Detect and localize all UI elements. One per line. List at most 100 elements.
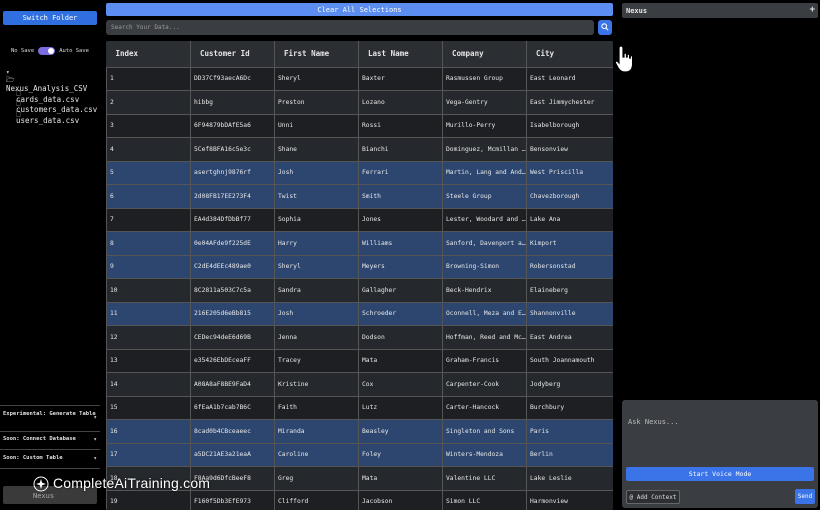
table-cell[interactable]: Singleton and Sons — [442, 419, 527, 444]
table-cell[interactable]: Carpenter-Cook — [442, 372, 527, 397]
table-row[interactable]: 6 2d08FB17EE273F4 Twist Smith Steele Group Ch… — [106, 184, 613, 209]
table-cell[interactable]: 216E205d6eBb815 — [190, 301, 275, 326]
table-cell[interactable]: South Joannamouth — [526, 348, 613, 373]
table-row[interactable]: 17 a5DC21AE3a21eaA Caroline Foley Winters-Me… — [106, 442, 613, 467]
table-cell[interactable]: Beasley — [358, 419, 443, 444]
search-input[interactable] — [106, 20, 594, 35]
table-cell[interactable]: Sanford, Davenport and Giles — [442, 231, 527, 256]
table-cell[interactable]: Josh — [274, 301, 359, 326]
table-cell[interactable]: 13 — [106, 348, 191, 373]
table-cell[interactable]: Cox — [358, 372, 443, 397]
table-cell[interactable]: 5Cef8BFA16c5e3c — [190, 137, 275, 162]
table-cell[interactable]: Dodson — [358, 325, 443, 350]
table-cell[interactable]: CEDec94deE6d69B — [190, 325, 275, 350]
table-cell[interactable]: 8C2811a503C7c5a — [190, 278, 275, 303]
table-cell[interactable]: Lutz — [358, 395, 443, 420]
table-cell[interactable]: Chavezborough — [526, 184, 613, 209]
table-row[interactable]: 19 F160f5Db3EfE973 Clifford Jacobson Simon L… — [106, 489, 613, 510]
table-cell[interactable]: hibbg — [190, 90, 275, 115]
file-item[interactable]: 🗋 users_data.csv — [6, 111, 97, 127]
table-cell[interactable]: Sophia — [274, 207, 359, 232]
table-cell[interactable]: Steele Group — [442, 184, 527, 209]
table-cell[interactable]: Rasmussen Group — [442, 66, 527, 91]
table-row[interactable]: 11 216E205d6eBb815 Josh Schroeder Oconnell, … — [106, 301, 613, 326]
table-row[interactable]: 3 6F94879bDAfE5a6 Unni Rossi Murillo-Perry Is… — [106, 113, 613, 138]
table-cell[interactable]: Shane — [274, 137, 359, 162]
table-cell[interactable]: Hoffman, Reed and Mcclain — [442, 325, 527, 350]
table-cell[interactable]: 14 — [106, 372, 191, 397]
table-cell[interactable]: Shannonville — [526, 301, 613, 326]
table-row[interactable]: 8 0e04AFde9f225dE Harry Williams Sanford, Da… — [106, 231, 613, 256]
table-cell[interactable]: Josh — [274, 160, 359, 185]
table-cell[interactable]: Kristine — [274, 372, 359, 397]
table-cell[interactable]: Sheryl — [274, 66, 359, 91]
table-cell[interactable]: Tracey — [274, 348, 359, 373]
menu-custom-table[interactable]: Soon: Custom Table ▾ — [0, 455, 103, 462]
start-voice-mode-button[interactable]: Start Voice Mode — [626, 467, 814, 481]
table-cell[interactable]: Lozano — [358, 90, 443, 115]
table-cell[interactable]: Baxter — [358, 66, 443, 91]
table-cell[interactable]: Burchbury — [526, 395, 613, 420]
table-cell[interactable]: East Leonard — [526, 66, 613, 91]
table-cell[interactable]: Martin, Lang and Andrade — [442, 160, 527, 185]
table-row[interactable]: 1 DD37Cf93aecA6Dc Sheryl Baxter Rasmussen Gr… — [106, 66, 613, 91]
plus-icon[interactable]: + — [810, 5, 815, 15]
table-cell[interactable]: 19 — [106, 489, 191, 510]
table-cell[interactable]: Lake Leslie — [526, 466, 613, 491]
table-cell[interactable]: Unni — [274, 113, 359, 138]
table-cell[interactable]: C2dE4dEEc489ae0 — [190, 254, 275, 279]
table-cell[interactable]: Rossi — [358, 113, 443, 138]
table-cell[interactable]: Ferrari — [358, 160, 443, 185]
table-cell[interactable]: West Priscilla — [526, 160, 613, 185]
table-cell[interactable]: 4 — [106, 137, 191, 162]
table-cell[interactable]: 11 — [106, 301, 191, 326]
table-cell[interactable]: Paris — [526, 419, 613, 444]
table-row[interactable]: 9 C2dE4dEEc489ae0 Sheryl Meyers Browning-Sim… — [106, 254, 613, 279]
table-cell[interactable]: Jenna — [274, 325, 359, 350]
table-cell[interactable]: 17 — [106, 442, 191, 467]
table-cell[interactable]: EA4d384DfDbBf77 — [190, 207, 275, 232]
table-cell[interactable]: 6F94879bDAfE5a6 — [190, 113, 275, 138]
table-cell[interactable]: 2d08FB17EE273F4 — [190, 184, 275, 209]
table-cell[interactable]: Robersonstad — [526, 254, 613, 279]
table-row[interactable]: 14 A08A8aF8BE9FaD4 Kristine Cox Carpenter-Co… — [106, 372, 613, 397]
table-cell[interactable]: Foley — [358, 442, 443, 467]
table-cell[interactable]: Kimport — [526, 231, 613, 256]
table-cell[interactable]: e35426EbDEceaFF — [190, 348, 275, 373]
table-cell[interactable]: Graham-Francis — [442, 348, 527, 373]
table-cell[interactable]: Greg — [274, 466, 359, 491]
table-cell[interactable]: East Jimmychester — [526, 90, 613, 115]
table-cell[interactable]: Vega-Gentry — [442, 90, 527, 115]
table-cell[interactable]: Mata — [358, 348, 443, 373]
table-cell[interactable]: A08A8aF8BE9FaD4 — [190, 372, 275, 397]
column-header[interactable]: Customer Id — [190, 41, 275, 67]
table-cell[interactable]: 12 — [106, 325, 191, 350]
table-cell[interactable]: Jodyberg — [526, 372, 613, 397]
table-cell[interactable]: Dominguez, Mcmillan and Donovan — [442, 137, 527, 162]
table-cell[interactable]: 6 — [106, 184, 191, 209]
table-row[interactable]: 4 5Cef8BFA16c5e3c Shane Bianchi Dominguez, M… — [106, 137, 613, 162]
table-cell[interactable]: Caroline — [274, 442, 359, 467]
table-cell[interactable]: Jones — [358, 207, 443, 232]
table-row[interactable]: 15 6fEaA1b7cab7B6C Faith Lutz Carter-Hancock… — [106, 395, 613, 420]
menu-connect-database[interactable]: Soon: Connect Database ▾ — [0, 436, 103, 443]
table-cell[interactable]: 2 — [106, 90, 191, 115]
chat-input[interactable] — [628, 414, 812, 430]
table-cell[interactable]: Browning-Simon — [442, 254, 527, 279]
table-cell[interactable]: Mata — [358, 466, 443, 491]
table-row[interactable]: 16 8cad0b4CBceaeec Miranda Beasley Singleton… — [106, 419, 613, 444]
table-cell[interactable]: 8 — [106, 231, 191, 256]
table-cell[interactable]: Miranda — [274, 419, 359, 444]
switch-folder-button[interactable]: Switch Folder — [3, 11, 97, 25]
table-cell[interactable]: DD37Cf93aecA6Dc — [190, 66, 275, 91]
table-cell[interactable]: Clifford — [274, 489, 359, 510]
menu-generate-table[interactable]: Experimental: Generate Table ▾ — [0, 410, 103, 421]
table-cell[interactable]: Sheryl — [274, 254, 359, 279]
table-cell[interactable]: 9 — [106, 254, 191, 279]
table-cell[interactable]: 0e04AFde9f225dE — [190, 231, 275, 256]
table-row[interactable]: 12 CEDec94deE6d69B Jenna Dodson Hoffman, Ree… — [106, 325, 613, 350]
send-button[interactable]: Send — [795, 489, 815, 504]
table-cell[interactable]: East Andrea — [526, 325, 613, 350]
table-cell[interactable]: Murillo-Perry — [442, 113, 527, 138]
table-cell[interactable]: Isabelborough — [526, 113, 613, 138]
